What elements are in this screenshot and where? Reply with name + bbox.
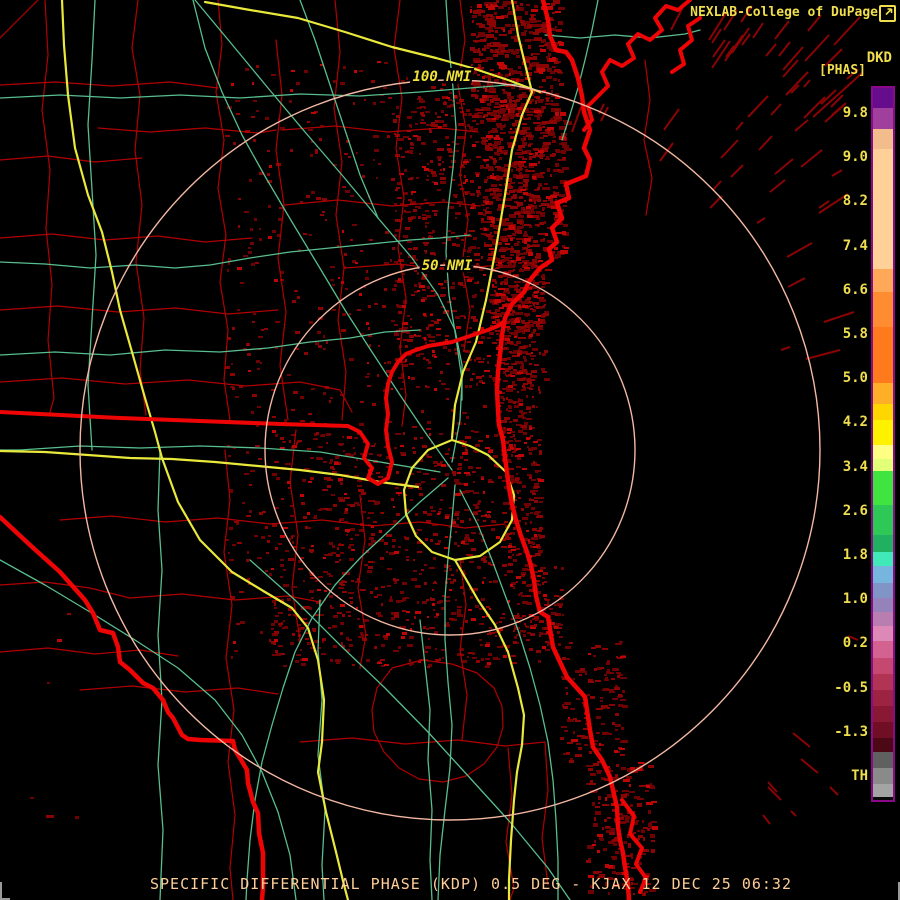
county-boundary [284,199,481,207]
colorbar-band [873,108,893,129]
state-boundary [0,320,505,486]
colorbar-tick-label: 2.6 [842,502,868,519]
county-boundary [299,737,546,747]
colorbar-band [873,674,893,690]
colorbar-tick-label: 5.0 [842,370,868,387]
site-title: NEXLAB-College of DuPage [690,5,878,20]
county-boundary [0,155,143,163]
colorbar-band [873,269,893,292]
county-boundary [357,494,367,669]
cod-window-icon [879,5,896,22]
colorbar-tick-label: 9.8 [842,105,868,121]
status-bar-caption: SPECIFIC DIFFERENTIAL PHASE (KDP) 0.5 DE… [150,875,792,893]
colorbar-tick-label: 5.8 [842,326,868,342]
highway [60,0,350,900]
range-ring-label: 100 NMI [412,69,472,85]
colorbar-band [873,149,893,269]
colorbar-band [873,552,893,566]
secondary-road [419,619,433,900]
colorbar-tick-label: 4.2 [842,414,868,431]
county-boundary [59,515,506,529]
colorbar-band [873,612,893,626]
highway [0,449,420,489]
secondary-road [87,0,97,451]
colorbar-band [873,797,893,800]
colorbar-band [873,566,893,583]
colorbar [871,86,895,802]
colorbar-tick-label: 9.0 [842,149,868,166]
colorbar-band [873,327,893,383]
colorbar-band [873,738,893,752]
colorbar-band [873,420,893,445]
colorbar-band [873,626,893,641]
product-code-label: DKD [866,50,892,66]
county-boundary [41,0,55,413]
county-boundary [371,659,504,783]
colorbar-band [873,292,893,327]
colorbar-band [873,383,893,404]
colorbar-tick-label: 7.4 [842,237,868,254]
colorbar-band [873,129,893,149]
colorbar-band [873,459,893,471]
county-boundary [223,449,236,900]
colorbar-band [873,598,893,612]
colorbar-tick-label: 1.8 [842,547,868,563]
secondary-road [544,29,701,39]
county-boundary [79,685,279,695]
county-boundary [215,0,231,421]
colorbar-band [873,404,893,420]
radar-map: 50 NMI 100 NMI [0,0,863,900]
secondary-road [0,559,297,900]
colorbar-band [873,658,893,674]
colorbar-tick-label: -0.5 [834,679,868,696]
colorbar-band [873,583,893,598]
colorbar-band [873,445,893,459]
colorbar-tick-label: -1.3 [834,723,868,740]
colorbar-band [873,88,893,108]
colorbar-band [873,535,893,552]
secondary-road [0,445,441,473]
county-boundary [0,0,39,39]
colorbar-band [873,768,893,784]
county-boundary [0,305,279,315]
colorbar-band [873,722,893,738]
secondary-road [0,83,521,99]
coastal-island [670,16,702,74]
colorbar-band [873,706,893,722]
product-unit-label: [PHAS] [819,63,866,78]
colorbar-band [873,505,893,535]
county-boundary [0,647,179,657]
radar-display: 50 NMI 100 NMI NEXLAB-College of DuPage D… [0,0,900,900]
colorbar-band [873,641,893,658]
colorbar-tick-label: 8.2 [842,193,868,210]
colorbar-band [873,752,893,768]
colorbar-tick-label: TH [851,768,868,784]
secondary-road [0,329,421,356]
colorbar-tick-label: 1.0 [842,591,868,608]
county-boundary [333,0,347,421]
county-boundary [0,81,219,89]
county-boundary [0,233,253,243]
secondary-road [157,449,164,900]
colorbar-band [873,690,893,706]
colorbar-tick-label: 3.4 [842,458,868,475]
colorbar-band [873,784,893,797]
colorbar-band [873,471,893,505]
colorbar-tick-label: 6.6 [842,281,868,298]
colorbar-tick-label: 0.2 [842,635,868,652]
range-ring-label: 50 NMI [422,258,473,274]
gulf-coastline [0,514,266,900]
